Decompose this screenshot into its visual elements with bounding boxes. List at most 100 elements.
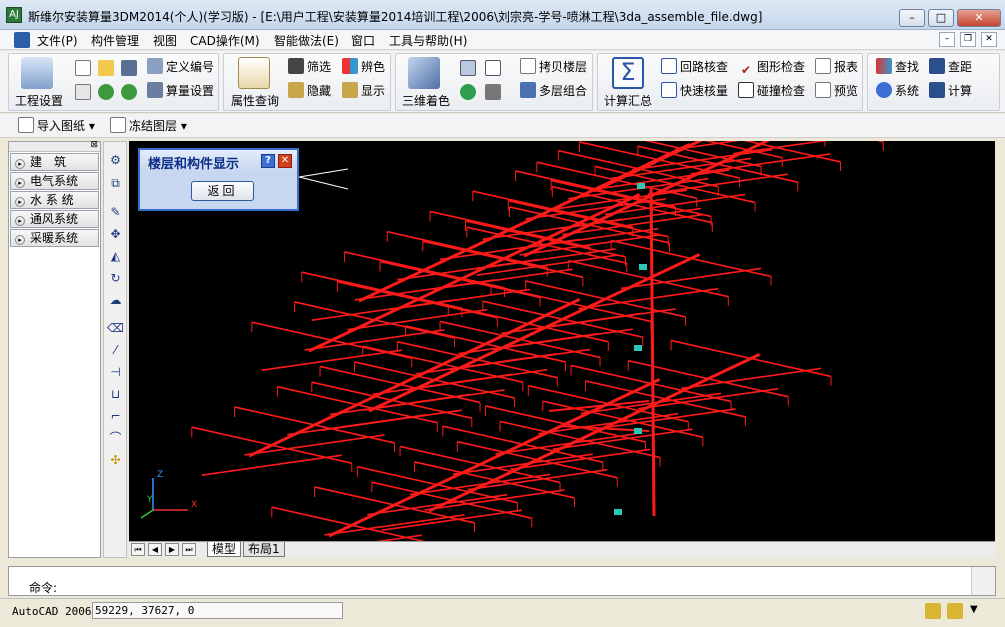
leader-line	[298, 176, 349, 190]
attr-query-button[interactable]: 属性查询	[231, 92, 279, 109]
copy-icon[interactable]: ⧉	[107, 175, 124, 192]
next-tab-icon[interactable]: ▶	[165, 543, 179, 556]
menu-component-manage[interactable]: 构件管理	[91, 32, 139, 49]
explode-icon[interactable]: ✣	[107, 452, 124, 469]
floor-component-display-dialog[interactable]: 楼层和构件显示 ? ✕ 返回	[138, 148, 299, 211]
select-icon[interactable]: ⚙	[107, 152, 124, 169]
brush-icon[interactable]: ✎	[107, 204, 124, 221]
mdi-close-button[interactable]: ✕	[981, 32, 997, 47]
ribbon-group-query: 属性查询 筛选 隐藏 辨色 显示	[223, 53, 391, 111]
command-scrollbar[interactable]	[971, 567, 995, 595]
text-a-icon[interactable]	[75, 84, 91, 100]
secondary-toolbar: 导入图纸 ▾ 冻结图层 ▾	[0, 114, 1005, 138]
expand-icon: ▸	[15, 178, 25, 188]
branch-pipe	[594, 165, 756, 204]
cube-wire-icon[interactable]	[485, 60, 501, 76]
find-icon	[876, 58, 892, 74]
panel-close-icon[interactable]: ⊠	[90, 140, 98, 150]
mirror-icon[interactable]: ◭	[107, 248, 124, 265]
cube-view-icon[interactable]	[460, 60, 476, 76]
project-settings-button[interactable]: 工程设置	[15, 92, 63, 109]
graph-check-button[interactable]: ✔ 图形检查	[738, 58, 805, 77]
open-folder-icon[interactable]	[98, 60, 114, 76]
freeze-layer-button[interactable]: 冻结图层 ▾	[110, 117, 187, 135]
import-drawing-button[interactable]: 导入图纸 ▾	[18, 117, 95, 135]
cloud-icon[interactable]: ☁	[107, 292, 124, 309]
prev-tab-icon[interactable]: ◀	[148, 543, 162, 556]
filter-button[interactable]: 筛选	[288, 58, 331, 76]
menu-window[interactable]: 窗口	[351, 32, 375, 49]
nav-item-ventilation[interactable]: ▸ 通风系统	[10, 210, 99, 228]
three-d-color-button[interactable]: 三维着色	[402, 92, 450, 109]
minimize-button[interactable]: –	[899, 9, 925, 27]
valve-marker	[634, 428, 642, 434]
orbit-icon[interactable]	[460, 84, 476, 100]
close-button[interactable]: ✕	[957, 9, 1001, 27]
house-gear-icon[interactable]	[21, 57, 53, 89]
new-file-icon[interactable]	[75, 60, 91, 76]
system-button[interactable]: 系统	[876, 82, 919, 100]
find-button[interactable]: 查找	[876, 58, 919, 76]
undo-icon[interactable]	[98, 84, 114, 100]
quick-check-button[interactable]: 快速核量	[661, 82, 728, 100]
maximize-button[interactable]: □	[928, 9, 954, 27]
calc-settings-button[interactable]: 算量设置	[147, 82, 214, 100]
color-grid-icon	[342, 58, 358, 74]
preview-button[interactable]: 预览	[815, 82, 858, 100]
list-icon	[147, 58, 163, 74]
menu-smart-method[interactable]: 智能做法(E)	[274, 32, 339, 49]
3d-blocks-icon[interactable]	[408, 57, 440, 89]
report-icon	[815, 58, 831, 74]
extend-icon[interactable]: ⊣	[107, 364, 124, 381]
hide-button[interactable]: 隐藏	[288, 82, 331, 100]
mdi-restore-button[interactable]: ❐	[960, 32, 976, 47]
command-line[interactable]: 命令:	[8, 566, 996, 596]
rotate-icon[interactable]: ↻	[107, 270, 124, 287]
padlock-icon[interactable]	[947, 603, 963, 619]
pencil-note-icon[interactable]	[238, 57, 270, 89]
menu-view[interactable]: 视图	[153, 32, 177, 49]
tab-model[interactable]: 模型	[207, 542, 242, 557]
copy-floor-button[interactable]: 拷贝楼层	[520, 58, 587, 76]
calculate-button[interactable]: 计算	[929, 82, 972, 100]
back-button[interactable]: 返回	[191, 181, 254, 201]
erase-icon[interactable]: ⌫	[107, 320, 124, 337]
redo-icon[interactable]	[121, 84, 137, 100]
app-menu-icon[interactable]	[14, 32, 30, 48]
chamfer-icon[interactable]: ⌐	[107, 408, 124, 425]
branch-pipe	[568, 259, 729, 298]
last-tab-icon[interactable]: ⏭	[182, 543, 196, 556]
menu-cad-operation[interactable]: CAD操作(M)	[190, 32, 260, 49]
break-icon[interactable]: ⊔	[107, 386, 124, 403]
calc-summary-button[interactable]: 计算汇总	[604, 92, 652, 109]
distinguish-color-button[interactable]: 辨色	[342, 58, 385, 76]
display-button[interactable]: 显示	[342, 82, 385, 100]
sigma-icon[interactable]: Σ	[612, 57, 644, 89]
tab-layout1[interactable]: 布局1	[243, 542, 285, 557]
collision-check-button[interactable]: 碰撞检查	[738, 82, 805, 100]
loop-check-button[interactable]: 回路核查	[661, 58, 728, 76]
mdi-minimize-button[interactable]: –	[939, 32, 955, 47]
first-tab-icon[interactable]: ⏮	[131, 543, 145, 556]
nav-item-building[interactable]: ▸ 建 筑	[10, 153, 99, 171]
nav-item-electrical[interactable]: ▸ 电气系统	[10, 172, 99, 190]
define-number-button[interactable]: 定义编号	[147, 58, 214, 76]
multi-floor-button[interactable]: 多层组合	[520, 82, 587, 100]
nav-item-water[interactable]: ▸ 水 系 统	[10, 191, 99, 209]
select-arrow-icon[interactable]	[485, 84, 501, 100]
status-menu-arrow-icon[interactable]: ▼	[970, 604, 978, 615]
report-button[interactable]: 报表	[815, 58, 858, 76]
menu-tools-help[interactable]: 工具与帮助(H)	[389, 32, 467, 49]
lock-icon[interactable]	[925, 603, 941, 619]
save-icon[interactable]	[121, 60, 137, 76]
trim-icon[interactable]: ⁄	[107, 342, 124, 359]
nav-item-heating[interactable]: ▸ 采暖系统	[10, 229, 99, 247]
dialog-close-icon[interactable]: ✕	[278, 154, 292, 168]
branch-pipe	[467, 468, 608, 491]
check-distance-button[interactable]: 查距	[929, 58, 972, 76]
help-icon[interactable]: ?	[261, 154, 275, 168]
fillet-icon[interactable]: ⌒	[107, 430, 124, 447]
panel-header: ⊠	[9, 140, 100, 152]
move-icon[interactable]: ✥	[107, 226, 124, 243]
menu-file[interactable]: 文件(P)	[37, 32, 78, 49]
